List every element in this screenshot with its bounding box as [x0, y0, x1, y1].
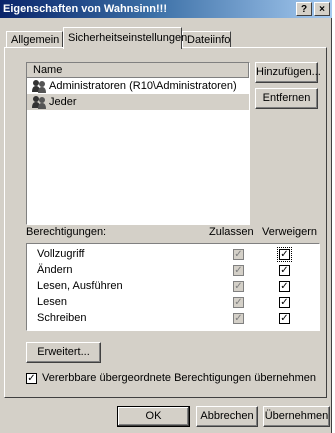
list-item-label: Administratoren (R10\Administratoren)	[49, 80, 237, 92]
tab-sicherheitseinstellungen[interactable]: Sicherheitseinstellungen	[63, 27, 187, 49]
perm-name: Lesen	[37, 296, 67, 308]
perm-row-lesen: Lesen ✓ ✓	[27, 294, 317, 310]
allow-checkbox[interactable]: ✓	[233, 281, 244, 292]
cancel-button[interactable]: Abbrechen	[196, 406, 258, 427]
advanced-button[interactable]: Erweitert...	[26, 342, 101, 363]
remove-button[interactable]: Entfernen	[255, 88, 318, 109]
perm-name: Schreiben	[37, 312, 87, 324]
allow-header: Zulassen	[209, 226, 254, 238]
perm-name: Lesen, Ausführen	[37, 280, 123, 292]
title-buttons: ? ×	[296, 2, 330, 16]
perm-row-vollzugriff: Vollzugriff ✓ ✓	[27, 246, 317, 262]
deny-checkbox[interactable]: ✓	[279, 297, 290, 308]
deny-checkbox[interactable]: ✓	[279, 281, 290, 292]
permissions-list: Vollzugriff ✓ ✓ Ändern ✓ ✓ Lesen, Ausfüh…	[26, 243, 320, 331]
ok-button[interactable]: OK	[117, 406, 190, 427]
inherit-checkbox[interactable]: ✓	[26, 373, 37, 384]
perm-row-schreiben: Schreiben ✓ ✓	[27, 310, 317, 326]
perm-row-aendern: Ändern ✓ ✓	[27, 262, 317, 278]
user-group-icon	[32, 80, 46, 93]
list-item-label: Jeder	[49, 96, 77, 108]
perm-name: Ändern	[37, 264, 73, 276]
list-header-name[interactable]: Name	[27, 63, 249, 78]
add-button[interactable]: Hinzufügen...	[255, 62, 321, 83]
user-list[interactable]: Name Administratoren (R10\Administratore…	[26, 62, 250, 225]
list-item-administratoren[interactable]: Administratoren (R10\Administratoren)	[27, 78, 249, 94]
close-button[interactable]: ×	[314, 2, 330, 16]
tab-dateiinfo[interactable]: Dateiinfo	[182, 31, 231, 48]
user-group-icon	[32, 96, 46, 109]
tab-allgemein[interactable]: Allgemein	[6, 31, 63, 48]
allow-checkbox[interactable]: ✓	[233, 297, 244, 308]
deny-header: Verweigern	[262, 226, 318, 238]
apply-button[interactable]: Übernehmen	[263, 406, 330, 427]
permissions-label: Berechtigungen:	[26, 226, 107, 238]
title-bar[interactable]: Eigenschaften von Wahnsinn!!! ? ×	[0, 0, 332, 18]
deny-checkbox[interactable]: ✓	[279, 313, 290, 324]
allow-checkbox[interactable]: ✓	[233, 313, 244, 324]
deny-checkbox[interactable]: ✓	[279, 265, 290, 276]
inherit-label: Vererbbare übergeordnete Berechtigungen …	[42, 372, 316, 384]
properties-dialog: Eigenschaften von Wahnsinn!!! ? × Allgem…	[0, 0, 332, 433]
allow-checkbox[interactable]: ✓	[233, 265, 244, 276]
allow-checkbox[interactable]: ✓	[233, 249, 244, 260]
list-item-jeder[interactable]: Jeder	[27, 94, 249, 110]
perm-row-lesen-ausfuehren: Lesen, Ausführen ✓ ✓	[27, 278, 317, 294]
window-title: Eigenschaften von Wahnsinn!!!	[3, 3, 167, 15]
perm-name: Vollzugriff	[37, 248, 85, 260]
help-button[interactable]: ?	[296, 2, 312, 16]
deny-checkbox[interactable]: ✓	[277, 247, 292, 262]
